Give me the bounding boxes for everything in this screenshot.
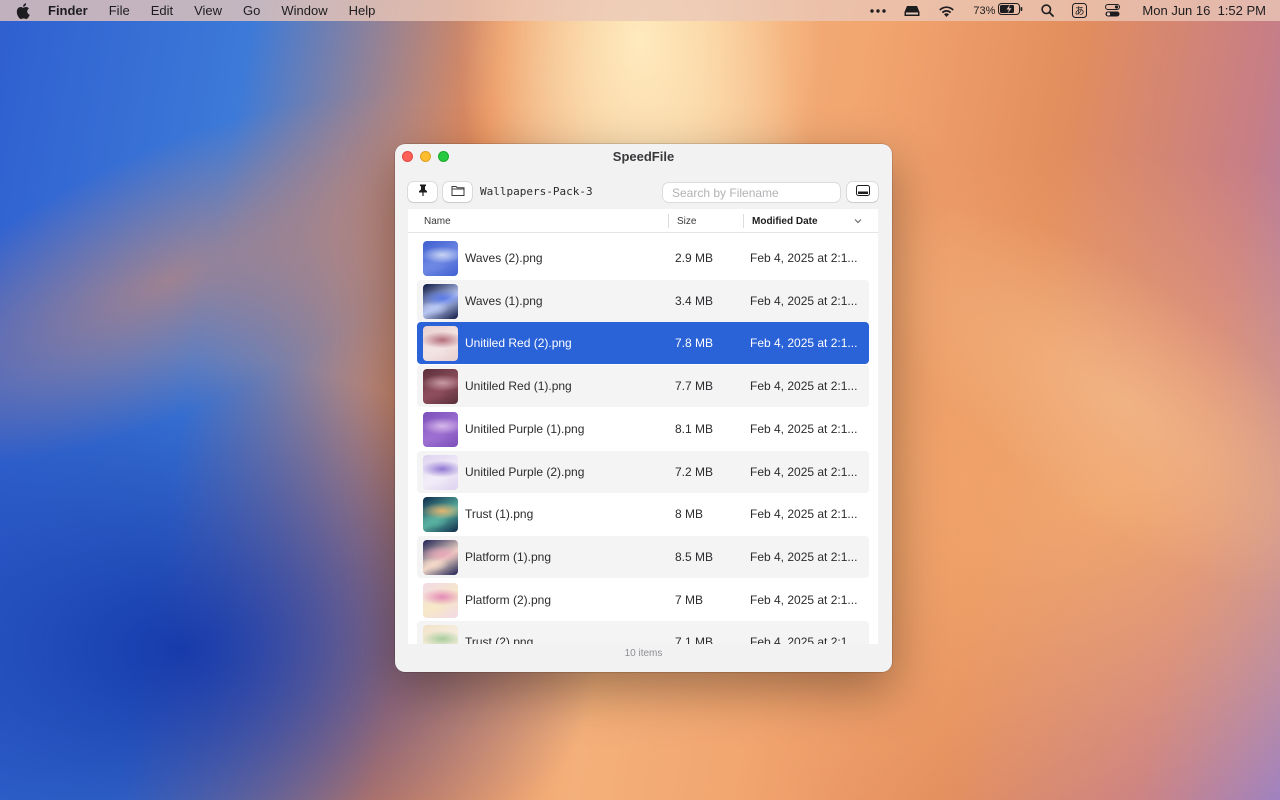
menu-bar: Finder File Edit View Go Window Help 73%… xyxy=(0,0,1280,21)
item-count: 10 items xyxy=(624,648,663,659)
table-row[interactable]: Trust (1).png 8 MB Feb 4, 2025 at 2:1... xyxy=(417,493,869,535)
file-name: Platform (1).png xyxy=(465,549,552,564)
battery-status[interactable]: 73% xyxy=(973,3,1023,18)
apple-logo-icon[interactable] xyxy=(16,2,30,19)
speedfile-window: SpeedFile Wallpapers-Pack-3 Name Size Mo… xyxy=(395,144,892,672)
folder-icon xyxy=(451,183,465,201)
more-dots-icon[interactable] xyxy=(870,8,887,13)
file-date: Feb 4, 2025 at 2:1... xyxy=(750,464,858,479)
file-date: Feb 4, 2025 at 2:1... xyxy=(750,507,858,522)
drive-icon[interactable] xyxy=(904,5,920,17)
file-thumbnail xyxy=(423,241,458,276)
file-size: 7.2 MB xyxy=(675,464,714,479)
file-date: Feb 4, 2025 at 2:1... xyxy=(750,251,858,265)
file-size: 7.8 MB xyxy=(675,336,714,351)
file-date: Feb 4, 2025 at 2:1... xyxy=(750,635,858,644)
file-name: Waves (1).png xyxy=(465,293,543,308)
column-divider[interactable] xyxy=(743,214,744,228)
pin-button[interactable] xyxy=(408,182,437,202)
sort-chevron-down-icon[interactable] xyxy=(853,216,863,226)
zoom-window-button[interactable] xyxy=(438,151,449,162)
column-divider[interactable] xyxy=(668,214,669,228)
file-name: Platform (2).png xyxy=(465,592,552,607)
wifi-icon[interactable] xyxy=(938,5,955,17)
menu-go[interactable]: Go xyxy=(243,3,260,18)
svg-text:あ: あ xyxy=(1075,5,1085,17)
file-date: Feb 4, 2025 at 2:1... xyxy=(750,592,858,607)
table-row[interactable]: Platform (2).png 7 MB Feb 4, 2025 at 2:1..… xyxy=(417,579,869,621)
current-folder-name: Wallpapers-Pack-3 xyxy=(480,185,593,198)
file-name: Unitiled Red (2).png xyxy=(465,336,572,351)
file-name: Trust (2).png xyxy=(465,635,534,644)
file-size: 3.4 MB xyxy=(675,293,714,308)
spotlight-search-icon[interactable] xyxy=(1041,4,1055,17)
file-thumbnail xyxy=(423,326,458,362)
pin-icon xyxy=(418,183,428,201)
close-window-button[interactable] xyxy=(402,151,413,162)
column-header-size[interactable]: Size xyxy=(677,216,696,227)
menu-app-name[interactable]: Finder xyxy=(48,3,88,18)
table-row[interactable]: Unitiled Red (1).png 7.7 MB Feb 4, 2025 at… xyxy=(417,365,869,408)
file-size: 8 MB xyxy=(675,507,704,522)
table-row[interactable]: Waves (1).png 3.4 MB Feb 4, 2025 at 2:1... xyxy=(417,279,869,322)
file-size: 7.1 MB xyxy=(675,635,714,644)
table-header: Name Size Modified Date xyxy=(408,209,878,233)
file-date: Feb 4, 2025 at 2:1... xyxy=(750,421,858,436)
table-row[interactable]: Unitiled Purple (1).png 8.1 MB Feb 4, 2025… xyxy=(417,408,869,450)
file-name: Unitiled Purple (1).png xyxy=(465,421,585,436)
file-thumbnail xyxy=(423,369,458,405)
table-row[interactable]: Waves (2).png 2.9 MB Feb 4, 2025 at 2:1... xyxy=(417,237,869,279)
file-size: 2.9 MB xyxy=(675,251,714,265)
column-header-name[interactable]: Name xyxy=(424,216,451,227)
minimize-window-button[interactable] xyxy=(420,151,431,162)
menu-help[interactable]: Help xyxy=(349,3,376,18)
column-header-modified-date[interactable]: Modified Date xyxy=(752,216,818,227)
toggle-preview-panel-button[interactable] xyxy=(847,182,878,202)
table-row[interactable]: Unitiled Red (2).png 7.8 MB Feb 4, 2025 at… xyxy=(417,322,869,365)
file-table: Name Size Modified Date Waves (2).png 2.9… xyxy=(408,209,878,644)
file-date: Feb 4, 2025 at 2:1... xyxy=(750,379,858,394)
menu-view[interactable]: View xyxy=(194,3,222,18)
choose-folder-button[interactable] xyxy=(443,182,472,202)
file-size: 8.1 MB xyxy=(675,421,714,436)
file-thumbnail xyxy=(423,283,458,319)
file-thumbnail xyxy=(423,539,458,575)
file-thumbnail xyxy=(423,497,458,533)
file-thumbnail xyxy=(423,582,458,618)
input-method-icon[interactable]: あ xyxy=(1072,3,1088,18)
file-thumbnail xyxy=(423,625,458,644)
file-size: 7.7 MB xyxy=(675,379,714,394)
table-row[interactable]: Unitiled Purple (2).png 7.2 MB Feb 4, 2025… xyxy=(417,450,869,493)
file-date: Feb 4, 2025 at 2:1... xyxy=(750,549,858,564)
file-size: 7 MB xyxy=(675,592,704,607)
file-thumbnail xyxy=(423,411,458,447)
search-input[interactable] xyxy=(663,183,840,202)
battery-percent: 73% xyxy=(973,4,996,17)
table-row[interactable]: Platform (1).png 8.5 MB Feb 4, 2025 at 2:1… xyxy=(417,535,869,578)
menu-file[interactable]: File xyxy=(109,3,130,18)
window-title: SpeedFile xyxy=(612,148,675,164)
preview-panel-icon xyxy=(855,183,870,201)
file-thumbnail xyxy=(423,454,458,490)
file-date: Feb 4, 2025 at 2:1... xyxy=(750,336,858,351)
table-row[interactable]: Trust (2).png 7.1 MB Feb 4, 2025 at 2:1... xyxy=(417,621,869,644)
file-name: Trust (1).png xyxy=(465,507,534,522)
menu-window[interactable]: Window xyxy=(281,3,327,18)
file-name: Unitiled Purple (2).png xyxy=(465,464,585,479)
control-center-icon[interactable] xyxy=(1105,4,1121,17)
file-name: Waves (2).png xyxy=(465,251,543,265)
file-name: Unitiled Red (1).png xyxy=(465,379,572,394)
toolbar: Wallpapers-Pack-3 xyxy=(395,182,892,204)
file-date: Feb 4, 2025 at 2:1... xyxy=(750,293,858,308)
title-bar[interactable]: SpeedFile xyxy=(395,144,892,168)
menu-edit[interactable]: Edit xyxy=(151,3,173,18)
file-size: 8.5 MB xyxy=(675,549,714,564)
menu-clock[interactable]: Mon Jun 16 1:52 PM xyxy=(1142,3,1266,18)
battery-charging-icon xyxy=(998,3,1023,18)
